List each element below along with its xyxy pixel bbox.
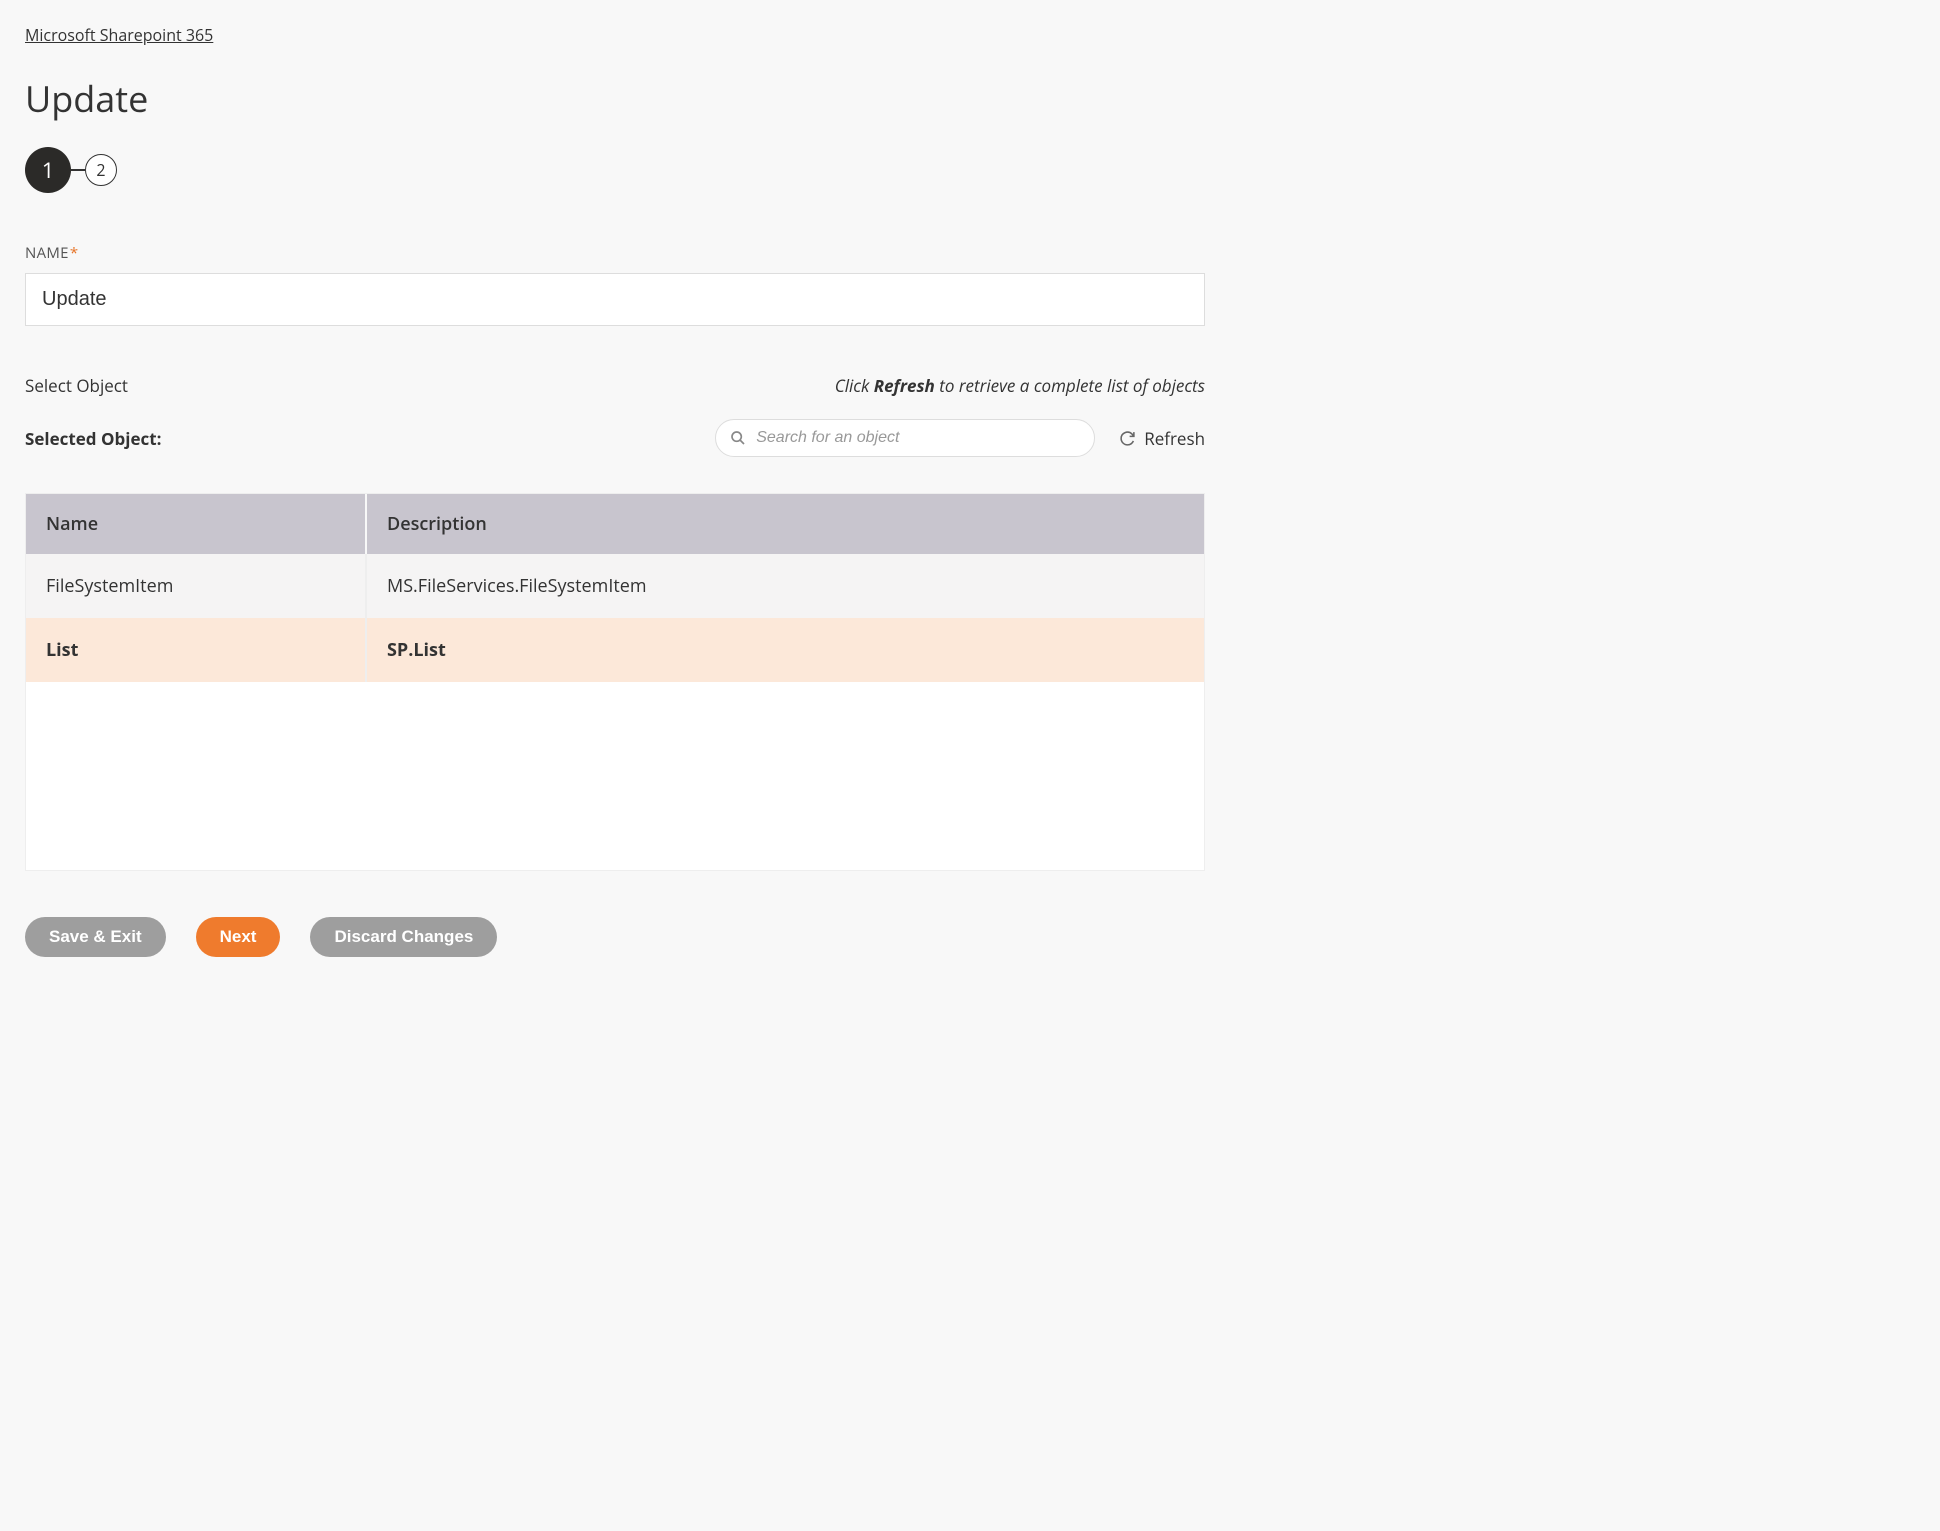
objects-table: Name Description FileSystemItemMS.FileSe… xyxy=(26,494,1204,682)
save-exit-button[interactable]: Save & Exit xyxy=(25,917,166,957)
required-star-icon: * xyxy=(70,243,79,263)
discard-changes-button[interactable]: Discard Changes xyxy=(310,917,497,957)
name-field-group: NAME* xyxy=(25,241,1205,326)
name-label: NAME* xyxy=(25,243,78,263)
page-title: Update xyxy=(25,74,1205,123)
objects-table-container: Name Description FileSystemItemMS.FileSe… xyxy=(25,493,1205,871)
table-row[interactable]: FileSystemItemMS.FileServices.FileSystem… xyxy=(26,554,1204,618)
table-row[interactable]: ListSP.List xyxy=(26,618,1204,682)
select-object-heading: Select Object xyxy=(25,374,128,397)
name-input[interactable] xyxy=(25,273,1205,326)
refresh-icon xyxy=(1119,430,1136,447)
step-2[interactable]: 2 xyxy=(85,154,117,186)
cell-name: FileSystemItem xyxy=(26,554,366,618)
refresh-hint: Click Refresh to retrieve a complete lis… xyxy=(835,374,1205,397)
col-header-description[interactable]: Description xyxy=(366,494,1204,554)
refresh-label: Refresh xyxy=(1144,427,1205,450)
refresh-button[interactable]: Refresh xyxy=(1119,427,1205,450)
col-header-name[interactable]: Name xyxy=(26,494,366,554)
cell-name: List xyxy=(26,618,366,682)
next-button[interactable]: Next xyxy=(196,917,281,957)
name-label-text: NAME xyxy=(25,243,69,263)
selected-object-label: Selected Object: xyxy=(25,427,161,450)
cell-description: SP.List xyxy=(366,618,1204,682)
hint-bold: Refresh xyxy=(874,374,935,397)
step-1[interactable]: 1 xyxy=(25,147,71,193)
search-icon xyxy=(730,430,746,446)
breadcrumb-link[interactable]: Microsoft Sharepoint 365 xyxy=(25,24,213,46)
step-connector xyxy=(71,169,85,171)
hint-suffix: to retrieve a complete list of objects xyxy=(935,374,1205,397)
hint-prefix: Click xyxy=(835,374,874,397)
search-input[interactable] xyxy=(756,429,1080,447)
cell-description: MS.FileServices.FileSystemItem xyxy=(366,554,1204,618)
search-box[interactable] xyxy=(715,419,1095,457)
wizard-stepper: 1 2 xyxy=(25,147,1205,193)
